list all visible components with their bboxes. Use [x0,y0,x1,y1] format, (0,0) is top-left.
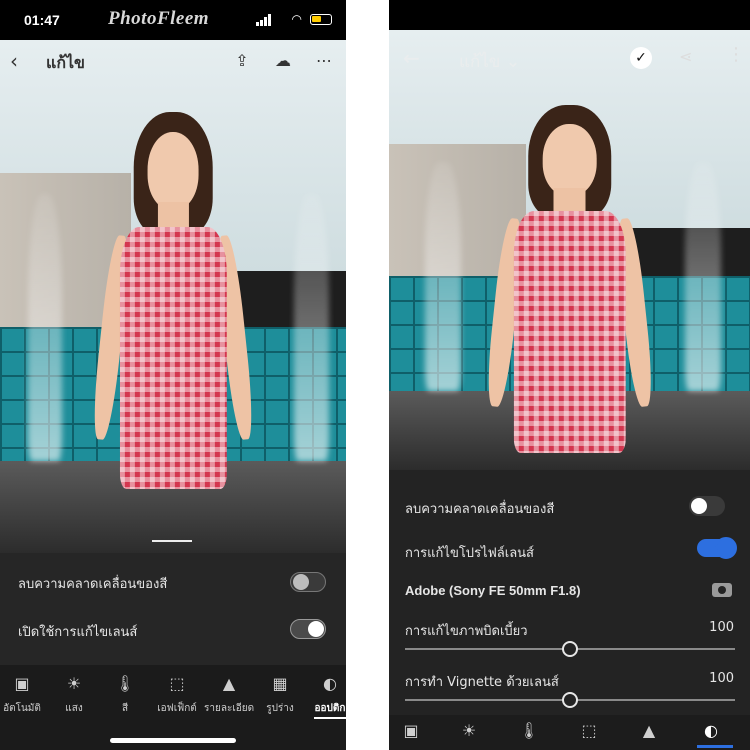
distortion-label: การแก้ไขภาพบิดเบี้ยว [405,624,528,639]
camera-icon[interactable] [712,583,732,597]
vignette-value[interactable]: 100 [709,671,734,686]
battery-icon [310,14,332,25]
vignette-label: การทำ Vignette ด้วยเลนส์ [405,675,559,690]
optics-icon: ◐ [323,674,337,693]
page-title[interactable]: แก้ไข [46,51,85,76]
tab-label: ออปติก [314,703,346,714]
tab-label: สี [121,703,129,714]
more-icon[interactable]: ⋯ [313,50,335,72]
left-phone: 01:47 PhotoFleem ◠ ‹ แก้ไข ⇪ ☁ ⋯ ลบความค… [0,0,346,750]
more-vertical-icon[interactable]: ⋮ [727,44,745,65]
top-toolbar: ← แก้ไข ⌄ ✓ ⋖ ⋮ [389,40,750,80]
distortion-slider-thumb[interactable] [562,641,578,657]
sun-icon: ☀ [66,674,82,693]
panel-handle[interactable] [152,540,192,542]
wifi-icon: ◠ [291,12,302,26]
chromatic-aberration-toggle[interactable] [290,572,326,592]
checkmark-icon[interactable]: ✓ [630,47,652,69]
right-phone: ← แก้ไข ⌄ ✓ ⋖ ⋮ ลบความคลาดเคลื่อนของสี ก… [389,0,750,750]
status-time: 01:47 [24,12,60,28]
chromatic-aberration-toggle[interactable] [689,496,725,516]
photo-preview[interactable] [389,30,750,470]
tab-color[interactable]: 🌡 สี [100,673,150,716]
optics-panel: ลบความคลาดเคลื่อนของสี เปิดใช้การแก้ไขเล… [0,553,346,665]
vignette-slider[interactable] [405,692,735,708]
top-toolbar: ‹ แก้ไข ⇪ ☁ ⋯ [0,40,346,82]
lens-correction-toggle[interactable] [290,619,326,639]
screenshot-collage: 01:47 PhotoFleem ◠ ‹ แก้ไข ⇪ ☁ ⋯ ลบความค… [0,0,750,750]
optics-panel: ลบความคลาดเคลื่อนของสี การแก้ไขโปรไฟล์เล… [389,470,750,715]
distortion-slider[interactable] [405,641,735,657]
distortion-value[interactable]: 100 [709,620,734,635]
tab-auto[interactable]: ▣ อัตโนมัติ [0,673,47,716]
tab-detail[interactable]: ▲ รายละเอียด [204,673,254,716]
page-title[interactable]: แก้ไข ⌄ [459,48,520,75]
tab-label: อัตโนมัติ [3,703,41,714]
home-indicator [110,738,236,743]
bottom-tab-bar: ▣ ☀ 🌡 ⬚ ▲ ◐ [389,715,750,750]
effects-icon[interactable]: ⬚ [577,719,601,743]
cloud-sync-icon[interactable]: ☁ [272,50,294,72]
detail-icon[interactable]: ▲ [637,719,661,743]
share-icon[interactable]: ⋖ [679,47,692,66]
export-icon[interactable]: ⇪ [231,50,253,72]
chevron-left-icon[interactable]: ‹ [10,49,18,73]
chromatic-aberration-label: ลบความคลาดเคลื่อนของสี [18,577,168,592]
tab-light[interactable]: ☀ แสง [49,673,99,716]
watermark: PhotoFleem [108,8,210,29]
thermometer-icon: 🌡 [114,674,136,693]
active-tab-indicator [314,717,346,719]
vignette-slider-thumb[interactable] [562,692,578,708]
sun-icon[interactable]: ☀ [457,719,481,743]
geometry-icon: ▦ [272,674,288,693]
chromatic-aberration-label: ลบความคลาดเคลื่อนของสี [405,502,555,517]
thermometer-icon[interactable]: 🌡 [517,719,541,743]
tab-optics[interactable]: ◐ ออปติก [305,673,346,716]
tab-effects[interactable]: ⬚ เอฟเฟ็กต์ [152,673,202,716]
auto-icon: ▣ [14,674,30,693]
tab-label: รายละเอียด [204,703,255,714]
photo-preview[interactable] [0,40,346,553]
optics-icon[interactable]: ◐ [699,719,723,743]
detail-icon: ▲ [222,674,236,693]
tab-label: รูปร่าง [266,703,294,714]
lens-profile-name[interactable]: Adobe (Sony FE 50mm F1.8) [405,583,581,598]
lens-correction-label: เปิดใช้การแก้ไขเลนส์ [18,625,138,640]
auto-icon[interactable]: ▣ [399,719,423,743]
lens-profile-toggle[interactable] [697,537,737,559]
effects-icon: ⬚ [169,674,185,693]
lens-profile-label: การแก้ไขโปรไฟล์เลนส์ [405,546,534,561]
signal-icon [256,14,272,26]
arrow-left-icon[interactable]: ← [403,46,420,70]
status-bar [389,0,750,30]
tab-geometry[interactable]: ▦ รูปร่าง [255,673,305,716]
status-bar: 01:47 PhotoFleem ◠ [0,0,346,40]
active-tab-indicator [697,745,733,748]
tab-label: เอฟเฟ็กต์ [157,703,197,714]
tab-label: แสง [65,703,83,714]
